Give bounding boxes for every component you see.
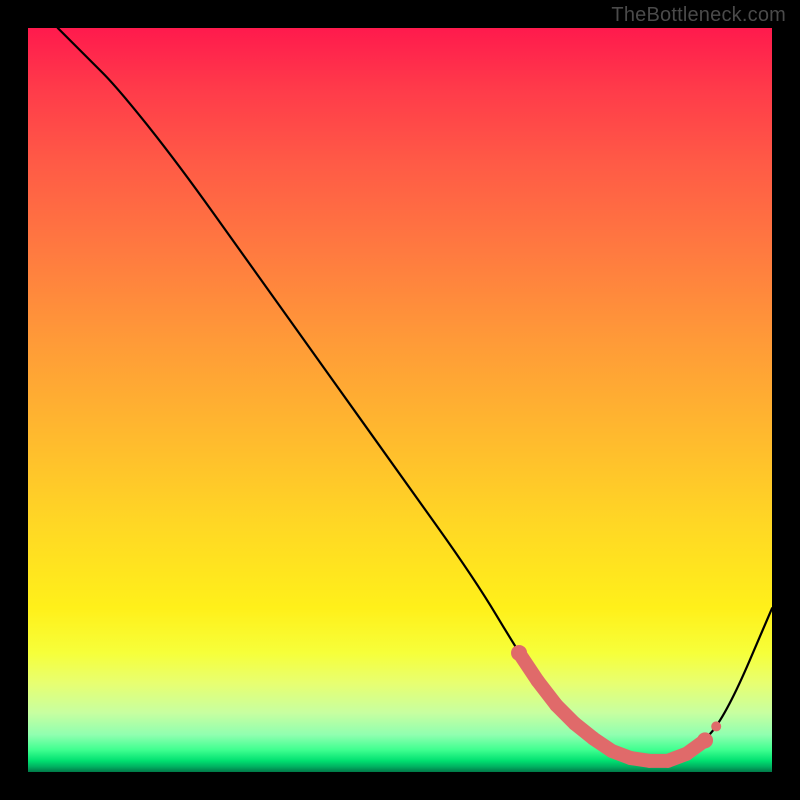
highlight-dot bbox=[661, 754, 675, 768]
highlight-dot-isolated bbox=[711, 721, 721, 731]
highlight-dot bbox=[568, 717, 582, 731]
highlight-dot bbox=[624, 751, 638, 765]
highlight-dot bbox=[697, 732, 713, 748]
highlight-dot bbox=[586, 732, 600, 746]
highlight-dot bbox=[531, 674, 545, 688]
highlight-dot bbox=[605, 744, 619, 758]
highlight-dot bbox=[642, 754, 656, 768]
highlight-dots bbox=[511, 645, 721, 768]
curve-line bbox=[58, 28, 772, 761]
chart-plot-area bbox=[28, 28, 772, 772]
highlight-dot bbox=[679, 747, 693, 761]
highlight-dot bbox=[549, 698, 563, 712]
chart-svg bbox=[28, 28, 772, 772]
highlight-dot bbox=[511, 645, 527, 661]
watermark-text: TheBottleneck.com bbox=[611, 4, 786, 27]
